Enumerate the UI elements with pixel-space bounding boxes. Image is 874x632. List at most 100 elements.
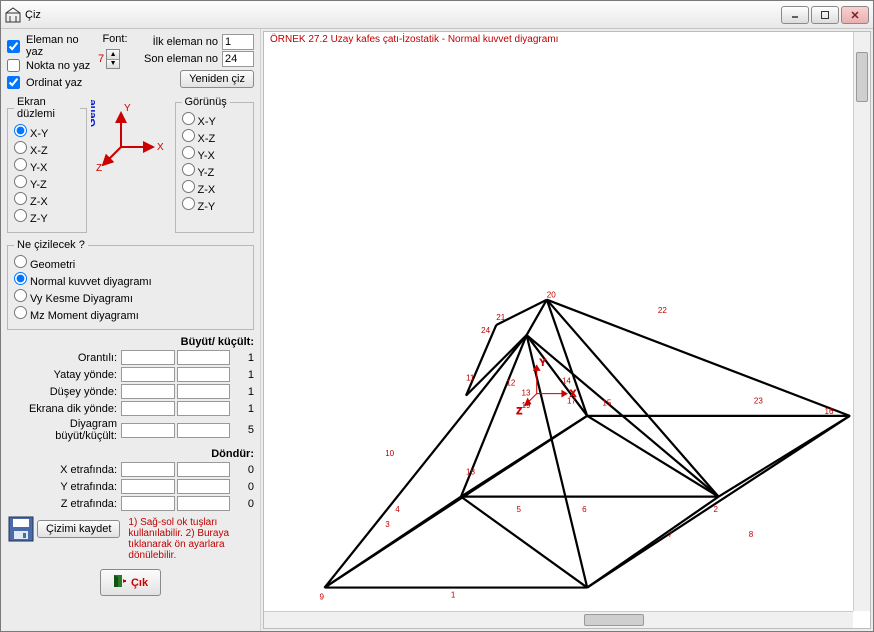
gorunus-opt-xy[interactable]: X-Y	[182, 112, 248, 128]
svg-text:9: 9	[320, 593, 325, 602]
ekran-opt-xy[interactable]: X-Y	[14, 124, 80, 140]
save-button[interactable]: Çizimi kaydet	[37, 520, 120, 538]
dn-input-b-2[interactable]	[177, 496, 231, 511]
left-panel: Eleman no yaz Nokta no yaz Ordinat yaz F…	[1, 29, 261, 631]
ilk-eleman-input[interactable]	[222, 34, 254, 50]
app-window: Çiz Eleman no yaz Nokta no yaz Ordinat y…	[0, 0, 874, 632]
dn-row-0: X etrafında: 0	[7, 462, 254, 477]
scrollbar-vertical[interactable]	[853, 32, 870, 611]
window-title: Çiz	[25, 9, 781, 21]
svg-text:Genel: Genel	[91, 99, 98, 127]
font-value: 7	[98, 53, 104, 65]
bk-input-b-0[interactable]	[177, 350, 231, 365]
maximize-button[interactable]	[811, 6, 839, 24]
bk-val-2: 1	[234, 386, 254, 398]
close-button[interactable]	[841, 6, 869, 24]
nc-geometri[interactable]: Geometri	[14, 255, 247, 271]
axis-preview: X Y Z Genel	[91, 99, 171, 177]
svg-text:7: 7	[668, 530, 673, 539]
dn-val-0: 0	[234, 464, 254, 476]
gorunus-opt-yx[interactable]: Y-X	[182, 146, 248, 162]
hint-text: 1) Sağ-sol ok tuşları kullanılabilir. 2)…	[124, 515, 254, 561]
dn-input-a-2[interactable]	[121, 496, 175, 511]
bk-row-4: Diyagram büyüt/küçült: 5	[7, 418, 254, 442]
bk-val-3: 1	[234, 403, 254, 415]
door-icon	[113, 574, 127, 591]
svg-text:3: 3	[385, 520, 390, 529]
bk-input-b-2[interactable]	[177, 384, 231, 399]
bk-input-b-1[interactable]	[177, 367, 231, 382]
check-nokta-no[interactable]: Nokta no yaz	[7, 59, 90, 72]
dn-input-b-1[interactable]	[177, 479, 231, 494]
svg-text:17: 17	[567, 397, 576, 406]
svg-text:16: 16	[825, 407, 834, 416]
ne-cizilecek-group: Ne çizilecek ? Geometri Normal kuvvet di…	[7, 239, 254, 330]
nc-mz[interactable]: Mz Moment diyagramı	[14, 306, 247, 322]
svg-text:8: 8	[749, 530, 754, 539]
bk-val-1: 1	[234, 369, 254, 381]
bk-input-a-1[interactable]	[121, 367, 175, 382]
svg-text:1: 1	[451, 591, 456, 600]
check-eleman-no[interactable]: Eleman no yaz	[7, 34, 92, 58]
svg-text:14: 14	[562, 377, 571, 386]
svg-text:6: 6	[582, 505, 587, 514]
check-ordinat[interactable]: Ordinat yaz	[7, 76, 82, 89]
gorunus-opt-xz[interactable]: X-Z	[182, 129, 248, 145]
gorunus-opt-zx[interactable]: Z-X	[182, 180, 248, 196]
bk-input-a-4[interactable]	[121, 423, 175, 438]
svg-text:Y: Y	[540, 357, 546, 367]
bk-label-4: Diyagram büyüt/küçült:	[7, 418, 117, 442]
ekran-opt-zx[interactable]: Z-X	[14, 192, 80, 208]
svg-text:13: 13	[522, 389, 531, 398]
dondur-header: Döndür:	[7, 448, 254, 460]
bk-input-b-3[interactable]	[177, 401, 231, 416]
son-eleman-input[interactable]	[222, 51, 254, 67]
svg-text:24: 24	[481, 326, 490, 335]
redraw-button[interactable]: Yeniden çiz	[180, 70, 254, 88]
svg-text:X: X	[157, 142, 164, 153]
svg-text:18: 18	[466, 467, 475, 476]
font-spinner[interactable]: ▲▼	[106, 49, 120, 69]
dn-row-1: Y etrafında:0	[7, 479, 254, 494]
truss-svg: X Y Z 1 2 3 4 5 6 7 8 9 10 11 12	[264, 32, 870, 628]
svg-text:12: 12	[506, 379, 515, 388]
dn-input-a-1[interactable]	[121, 479, 175, 494]
svg-text:19: 19	[522, 401, 531, 410]
ekran-opt-yx[interactable]: Y-X	[14, 158, 80, 174]
dn-input-a-0[interactable]	[121, 462, 175, 477]
dn-row-2: Z etrafında:0	[7, 496, 254, 511]
nc-vy[interactable]: Vy Kesme Diyagramı	[14, 289, 247, 305]
svg-text:Y: Y	[124, 103, 131, 114]
dn-val-2: 0	[234, 498, 254, 510]
bk-row-1: Yatay yönde: 1	[7, 367, 254, 382]
drawing-canvas[interactable]: ÖRNEK 27.2 Uzay kafes çatı-İzostatik - N…	[263, 31, 871, 629]
ekran-opt-zy[interactable]: Z-Y	[14, 209, 80, 225]
ekran-opt-xz[interactable]: X-Z	[14, 141, 80, 157]
nc-normal[interactable]: Normal kuvvet diyagramı	[14, 272, 247, 288]
gorunus-opt-yz[interactable]: Y-Z	[182, 163, 248, 179]
dn-label-0: X etrafında:	[7, 464, 117, 476]
bk-input-a-3[interactable]	[121, 401, 175, 416]
dn-label-1: Y etrafında:	[7, 481, 117, 493]
svg-text:11: 11	[466, 373, 475, 382]
ekran-opt-yz[interactable]: Y-Z	[14, 175, 80, 191]
bk-label-3: Ekrana dik yönde:	[7, 403, 117, 415]
svg-text:2: 2	[713, 505, 718, 514]
scrollbar-horizontal[interactable]	[264, 611, 853, 628]
bk-input-b-4[interactable]	[177, 423, 231, 438]
gorunus-group: Görünüş X-Y X-Z Y-X Y-Z Z-X Z-Y	[175, 96, 255, 233]
minimize-button[interactable]	[781, 6, 809, 24]
disk-icon	[7, 515, 35, 543]
ekran-duzlemi-group: Ekran düzlemi X-Y X-Z Y-X Y-Z Z-X Z-Y	[7, 96, 87, 233]
bk-input-a-2[interactable]	[121, 384, 175, 399]
gorunus-opt-zy[interactable]: Z-Y	[182, 197, 248, 213]
dn-input-b-0[interactable]	[177, 462, 231, 477]
bk-row-2: Düşey yönde:1	[7, 384, 254, 399]
bk-row-3: Ekrana dik yönde: 1	[7, 401, 254, 416]
bk-label-1: Yatay yönde:	[7, 369, 117, 381]
buyult-header: Büyüt/ küçült:	[7, 336, 254, 348]
bk-val-4: 5	[234, 424, 254, 436]
exit-button[interactable]: Çık	[100, 569, 161, 596]
svg-text:4: 4	[395, 505, 400, 514]
bk-input-a-0[interactable]	[121, 350, 175, 365]
